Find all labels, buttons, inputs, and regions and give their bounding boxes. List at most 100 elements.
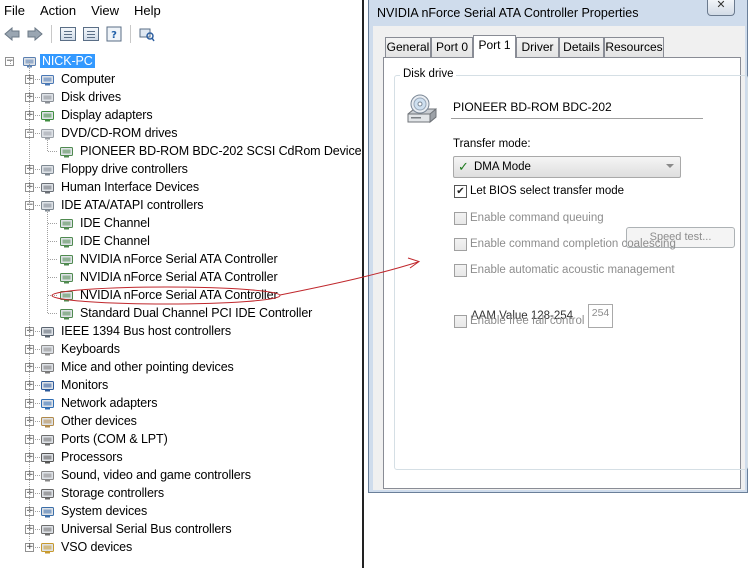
- tree-category[interactable]: + Display adapters: [0, 106, 360, 124]
- tree-category[interactable]: + Computer: [0, 70, 360, 88]
- tree-category[interactable]: + Other devices: [0, 412, 360, 430]
- tree-category[interactable]: + Storage controllers: [0, 484, 360, 502]
- controller-icon: [40, 197, 56, 213]
- free-fall-checkbox[interactable]: [454, 315, 467, 328]
- tree-category[interactable]: + System devices: [0, 502, 360, 520]
- menu-action[interactable]: Action: [40, 3, 76, 18]
- tab-general[interactable]: General: [385, 37, 431, 57]
- drive-name: PIONEER BD-ROM BDC-202: [453, 100, 612, 114]
- tree-category[interactable]: + Floppy drive controllers: [0, 160, 360, 178]
- tree-root-label: NICK-PC: [40, 54, 95, 68]
- menu-file[interactable]: File: [4, 3, 25, 18]
- child-device-icon: [59, 233, 75, 249]
- controller-icon: [40, 161, 56, 177]
- menu-help[interactable]: Help: [134, 3, 161, 18]
- tree-category-label: System devices: [61, 504, 148, 518]
- tree-category[interactable]: + Ports (COM & LPT): [0, 430, 360, 448]
- tree-category-label: Processors: [61, 450, 123, 464]
- tab-driver[interactable]: Driver: [516, 37, 559, 57]
- tree-device[interactable]: NVIDIA nForce Serial ATA Controller: [0, 250, 360, 268]
- tree-device[interactable]: NVIDIA nForce Serial ATA Controller: [0, 286, 360, 304]
- menu-bar: File Action View Help: [0, 0, 362, 20]
- tree-category-label: Computer: [61, 72, 116, 86]
- tab-port-0[interactable]: Port 0: [431, 37, 473, 57]
- tree-category[interactable]: + Mice and other pointing devices: [0, 358, 360, 376]
- tree-device[interactable]: PIONEER BD-ROM BDC-202 SCSI CdRom Device: [0, 142, 362, 160]
- disk-drive-icon: [40, 89, 56, 105]
- child-device-icon: [59, 143, 75, 159]
- dialog-client: General Port 0 Port 1 Driver Details Res…: [373, 26, 748, 490]
- tree-device-label: IDE Channel: [80, 216, 150, 230]
- device-manager-window: File Action View Help ? − NICK-PC + Compu…: [0, 0, 362, 568]
- tree-category[interactable]: + Processors: [0, 448, 360, 466]
- tree-category[interactable]: + Keyboards: [0, 340, 360, 358]
- close-button[interactable]: ✕: [707, 0, 735, 16]
- tree-category-label: IEEE 1394 Bus host controllers: [61, 324, 232, 338]
- checkmark-icon: ✔: [456, 186, 465, 197]
- child-device-icon: [59, 287, 75, 303]
- toolbar: ?: [0, 22, 362, 46]
- tree-device[interactable]: IDE Channel: [0, 214, 360, 232]
- dialog-title: NVIDIA nForce Serial ATA Controller Prop…: [377, 6, 639, 20]
- tree-device-label: NVIDIA nForce Serial ATA Controller: [80, 252, 278, 266]
- tree-root[interactable]: − NICK-PC: [0, 52, 360, 70]
- tree-category[interactable]: + Disk drives: [0, 88, 360, 106]
- command-queuing-checkbox[interactable]: [454, 212, 467, 225]
- root-icon: [22, 53, 38, 69]
- close-icon: ✕: [716, 0, 726, 11]
- back-arrow-icon[interactable]: [2, 24, 22, 44]
- tree-category[interactable]: + VSO devices: [0, 538, 360, 556]
- let-bios-checkbox[interactable]: ✔: [454, 185, 467, 198]
- tree-category[interactable]: − IDE ATA/ATAPI controllers: [0, 196, 360, 214]
- tree-category[interactable]: + Human Interface Devices: [0, 178, 360, 196]
- acoustic-management-checkbox[interactable]: [454, 264, 467, 277]
- tree-device-label: NVIDIA nForce Serial ATA Controller: [80, 288, 278, 302]
- hid-icon: [40, 179, 56, 195]
- tab-details[interactable]: Details: [559, 37, 604, 57]
- tab-port-1[interactable]: Port 1: [473, 35, 516, 58]
- tree-guide-line: [47, 210, 48, 313]
- tree-device-label: PIONEER BD-ROM BDC-202 SCSI CdRom Device: [80, 144, 362, 158]
- console-tree-icon[interactable]: [58, 24, 78, 44]
- mouse-icon: [40, 359, 56, 375]
- properties-icon[interactable]: [81, 24, 101, 44]
- display-adapter-icon: [40, 107, 56, 123]
- tree-category-label: Keyboards: [61, 342, 120, 356]
- tree-category[interactable]: − DVD/CD-ROM drives: [0, 124, 360, 142]
- tree-device[interactable]: NVIDIA nForce Serial ATA Controller: [0, 268, 360, 286]
- tree-guide-line: [29, 62, 30, 541]
- child-device-icon: [59, 251, 75, 267]
- tree-guide-line: [47, 138, 48, 151]
- command-coalescing-checkbox[interactable]: [454, 238, 467, 251]
- computer-icon: [40, 71, 56, 87]
- tab-resources[interactable]: Resources: [604, 37, 664, 57]
- tree-category[interactable]: + Network adapters: [0, 394, 360, 412]
- tree-category-label: Ports (COM & LPT): [61, 432, 168, 446]
- optical-drive-icon: [407, 94, 437, 124]
- aam-value-field[interactable]: 254: [588, 304, 613, 328]
- tree-category-label: DVD/CD-ROM drives: [61, 126, 178, 140]
- help-icon[interactable]: ?: [104, 24, 124, 44]
- transfer-mode-dropdown[interactable]: ✓ DMA Mode: [453, 156, 681, 178]
- tree-category[interactable]: + Sound, video and game controllers: [0, 466, 360, 484]
- divider-line: [451, 118, 703, 119]
- forward-arrow-icon[interactable]: [25, 24, 45, 44]
- expand-icon[interactable]: +: [25, 543, 34, 552]
- tree-connector: [48, 241, 57, 242]
- let-bios-label: Let BIOS select transfer mode: [470, 185, 625, 197]
- tree-device[interactable]: Standard Dual Channel PCI IDE Controller: [0, 304, 360, 322]
- tree-category-label: Display adapters: [61, 108, 153, 122]
- tree-category-label: Sound, video and game controllers: [61, 468, 251, 482]
- scan-hardware-icon[interactable]: [137, 24, 157, 44]
- transfer-mode-label: Transfer mode:: [453, 138, 531, 150]
- tree-category[interactable]: + IEEE 1394 Bus host controllers: [0, 322, 360, 340]
- tree-device[interactable]: IDE Channel: [0, 232, 360, 250]
- transfer-mode-value: DMA Mode: [474, 161, 531, 173]
- other-device-icon: [40, 413, 56, 429]
- tree-device-label: Standard Dual Channel PCI IDE Controller: [80, 306, 313, 320]
- menu-view[interactable]: View: [91, 3, 119, 18]
- tree-category-label: Disk drives: [61, 90, 122, 104]
- tree-category[interactable]: + Universal Serial Bus controllers: [0, 520, 360, 538]
- tree-category[interactable]: + Monitors: [0, 376, 360, 394]
- command-queuing-label: Enable command queuing: [470, 212, 604, 224]
